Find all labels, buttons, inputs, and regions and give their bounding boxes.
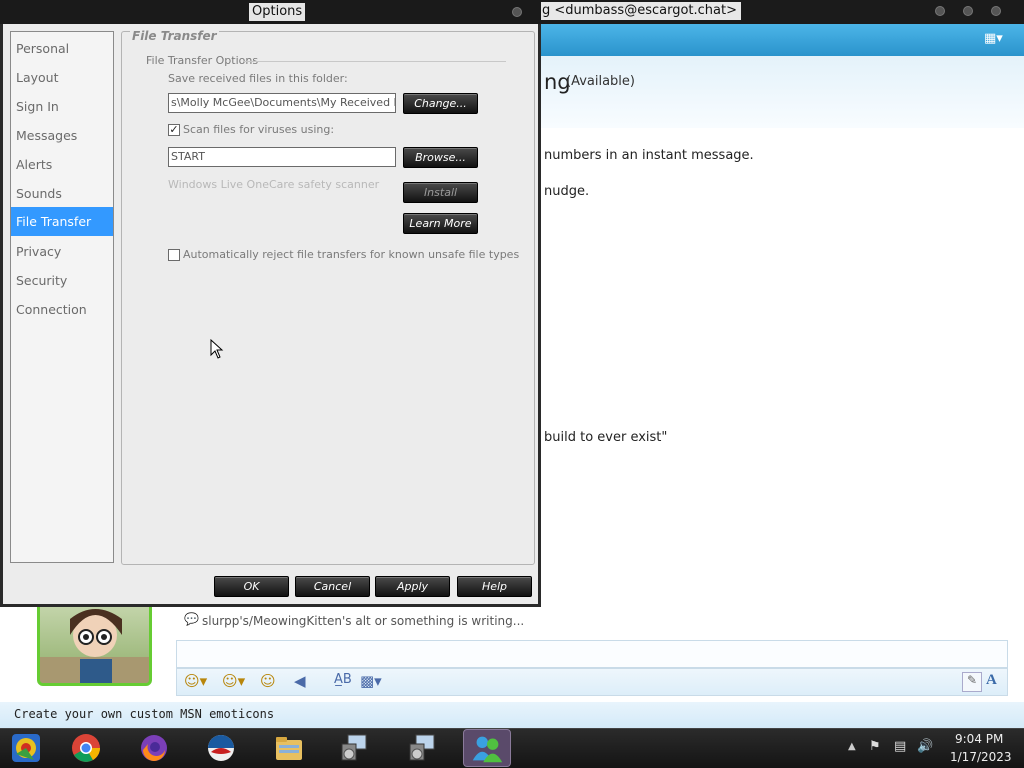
save-folder-label: Save received files in this folder: — [168, 72, 348, 85]
close-icon[interactable] — [991, 6, 1001, 16]
browse-button[interactable]: Browse... — [403, 147, 478, 168]
nav-item-file-transfer[interactable]: File Transfer — [11, 207, 113, 236]
chat-message: build to ever exist" — [544, 430, 668, 445]
reject-unsafe-label: Automatically reject file transfers for … — [183, 248, 520, 261]
avatar-image — [40, 609, 149, 683]
font-button[interactable]: A — [986, 672, 997, 689]
dialog-titlebar[interactable]: Options — [0, 0, 541, 24]
chat-message: nudge. — [544, 184, 590, 199]
nudge-icon[interactable]: ☺ — [260, 672, 276, 690]
scan-viruses-checkbox[interactable]: ✓ — [168, 124, 180, 136]
panel-title: File Transfer — [130, 29, 219, 43]
minimize-icon[interactable] — [935, 6, 945, 16]
nav-item-sign-in[interactable]: Sign In — [11, 92, 113, 121]
tray-expand-icon[interactable]: ▲ — [848, 741, 856, 752]
cancel-button[interactable]: Cancel — [295, 576, 370, 597]
nav-item-sounds[interactable]: Sounds — [11, 179, 113, 208]
message-compose-input[interactable] — [176, 640, 1008, 668]
dialog-title: Options — [249, 3, 306, 21]
scan-viruses-label: Scan files for viruses using: — [183, 123, 335, 136]
mouse-cursor-icon — [210, 339, 224, 359]
options-dialog: Options Personal Layout Sign In Messages… — [0, 0, 541, 607]
action-center-flag-icon[interactable]: ⚑ — [869, 740, 883, 754]
change-button[interactable]: Change... — [403, 93, 478, 114]
nav-item-messages[interactable]: Messages — [11, 121, 113, 150]
help-button[interactable]: Help — [457, 576, 532, 597]
wink-icon[interactable]: ☺▾ — [222, 672, 245, 690]
typing-status: slurpp's/MeowingKitten's alt or somethin… — [202, 614, 525, 628]
reject-unsafe-checkbox[interactable] — [168, 249, 180, 261]
maximize-icon[interactable] — [963, 6, 973, 16]
start-orb-icon[interactable] — [10, 732, 42, 764]
virus-scanner-field[interactable]: START — [168, 147, 396, 167]
learn-more-button[interactable]: Learn More — [403, 213, 478, 234]
menu-icon[interactable]: ▦▾ — [984, 32, 1003, 46]
onecare-label: Windows Live OneCare safety scanner — [168, 178, 380, 191]
install-button[interactable]: Install — [403, 182, 478, 203]
clock-time[interactable]: 9:04 PM — [955, 732, 1003, 746]
avatar[interactable] — [37, 596, 152, 686]
file-explorer-icon[interactable] — [273, 732, 305, 764]
promo-link[interactable]: Create your own custom MSN emoticons — [14, 707, 274, 721]
clock-date[interactable]: 1/17/2023 — [950, 750, 1012, 764]
nav-item-connection[interactable]: Connection — [11, 295, 113, 324]
handwriting-button[interactable]: ✎ — [962, 672, 982, 692]
chrome-icon[interactable] — [70, 732, 102, 764]
msn-messenger-icon[interactable] — [463, 729, 511, 767]
nav-item-alerts[interactable]: Alerts — [11, 150, 113, 179]
chat-message: numbers in an instant message. — [544, 148, 754, 163]
background-icon[interactable]: ▩▾ — [360, 672, 382, 690]
save-folder-field[interactable]: s\Molly McGee\Documents\My Received File… — [168, 93, 396, 113]
nav-item-personal[interactable]: Personal — [11, 34, 113, 63]
group-divider — [244, 61, 506, 62]
typing-indicator-icon: 💬 — [184, 612, 199, 626]
nav-item-security[interactable]: Security — [11, 266, 113, 295]
nav-item-privacy[interactable]: Privacy — [11, 237, 113, 266]
nav-item-layout[interactable]: Layout — [11, 63, 113, 92]
emoticon-icon[interactable]: ☺▾ — [184, 672, 207, 690]
firefox-icon[interactable] — [138, 732, 170, 764]
options-nav: Personal Layout Sign In Messages Alerts … — [10, 31, 114, 563]
spellcheck-icon[interactable]: A̲B — [334, 672, 352, 687]
apply-button[interactable]: Apply — [375, 576, 450, 597]
ok-button[interactable]: OK — [214, 576, 289, 597]
group-label: File Transfer Options — [146, 54, 259, 67]
contact-status: (Available) — [566, 74, 635, 89]
conversation-title: g <dumbass@escargot.chat> — [538, 2, 741, 20]
volume-icon[interactable]: 🔊 — [917, 740, 933, 754]
network-icon[interactable]: ▤ — [894, 740, 908, 754]
voice-clip-icon[interactable]: ◀ — [294, 672, 306, 690]
close-icon[interactable] — [512, 7, 522, 17]
msn-setup-icon[interactable] — [406, 732, 438, 764]
internet-explorer-icon[interactable] — [205, 732, 237, 764]
msn-setup-icon[interactable] — [338, 732, 370, 764]
